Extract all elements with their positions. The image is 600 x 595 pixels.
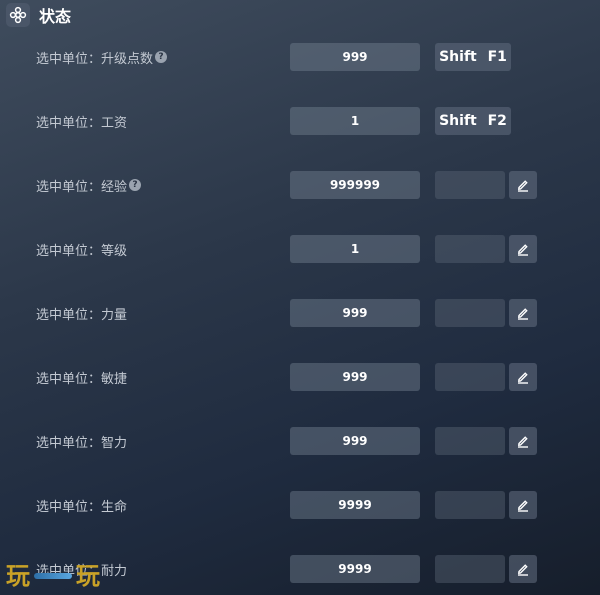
stat-value-field[interactable]: 999	[290, 363, 420, 391]
watermark-char-left: 玩	[6, 561, 30, 590]
hotkey-button[interactable]: Shift F1	[435, 43, 511, 71]
edit-button[interactable]	[509, 299, 537, 327]
edit-value-input[interactable]	[435, 363, 505, 391]
watermark-char-right: 玩	[76, 561, 100, 590]
edit-button[interactable]	[509, 555, 537, 583]
stat-label: 选中单位：敏捷	[36, 362, 127, 392]
stat-label: 选中单位：生命	[36, 490, 127, 520]
stat-label-text: 选中单位：生命	[36, 499, 128, 515]
edit-button[interactable]	[509, 363, 537, 391]
stat-row: 选中单位：力量 999	[0, 298, 600, 328]
stat-value-field[interactable]: 999999	[290, 171, 420, 199]
stat-label: 选中单位：经验?	[36, 170, 142, 200]
edit-button[interactable]	[509, 171, 537, 199]
stat-label: 选中单位：力量	[36, 298, 127, 328]
stat-label: 选中单位：智力	[36, 426, 127, 456]
edit-value-input[interactable]	[435, 171, 505, 199]
stat-row: 选中单位：智力 999	[0, 426, 600, 456]
edit-value-input[interactable]	[435, 299, 505, 327]
watermark-bar	[34, 573, 72, 579]
stat-value-field[interactable]: 1	[290, 107, 420, 135]
help-icon[interactable]: ?	[129, 179, 142, 191]
stat-label-text: 选中单位：力量	[36, 307, 128, 323]
stat-value-field[interactable]: 999	[290, 43, 420, 71]
stat-value-field[interactable]: 9999	[290, 555, 420, 583]
section-header: 状态	[6, 2, 71, 28]
pencil-icon	[518, 372, 528, 384]
plus-gear-icon	[6, 3, 30, 27]
stat-label: 选中单位：等级	[36, 234, 127, 264]
stat-label: 选中单位：升级点数?	[36, 42, 168, 72]
stat-label-text: 选中单位：工资	[36, 115, 128, 131]
stat-row: 选中单位：等级 1	[0, 234, 600, 264]
pencil-icon	[518, 308, 528, 320]
stat-value-field[interactable]: 999	[290, 299, 420, 327]
pencil-icon	[518, 180, 528, 192]
hotkey-button[interactable]: Shift F2	[435, 107, 511, 135]
stat-label-text: 选中单位：经验	[36, 179, 128, 195]
help-icon[interactable]: ?	[155, 51, 168, 63]
edit-value-input[interactable]	[435, 555, 505, 583]
pencil-icon	[518, 500, 528, 512]
stat-value-field[interactable]: 9999	[290, 491, 420, 519]
edit-button[interactable]	[509, 235, 537, 263]
pencil-icon	[518, 244, 528, 256]
edit-button[interactable]	[509, 491, 537, 519]
edit-value-input[interactable]	[435, 491, 505, 519]
stat-label-text: 选中单位：智力	[36, 435, 128, 451]
watermark-logo: 玩 玩	[6, 560, 100, 592]
section-title: 状态	[39, 7, 72, 26]
stat-row: 选中单位：经验? 999999	[0, 170, 600, 200]
edit-value-input[interactable]	[435, 235, 505, 263]
stat-row: 选中单位：工资 1 Shift F2	[0, 106, 600, 136]
stat-value-field[interactable]: 1	[290, 235, 420, 263]
edit-value-input[interactable]	[435, 427, 505, 455]
stat-row: 选中单位：升级点数? 999 Shift F1	[0, 42, 600, 72]
pencil-icon	[518, 436, 528, 448]
edit-button[interactable]	[509, 427, 537, 455]
stat-label-text: 选中单位：升级点数	[36, 51, 154, 67]
stat-label: 选中单位：工资	[36, 106, 127, 136]
stat-value-field[interactable]: 999	[290, 427, 420, 455]
stat-label-text: 选中单位：等级	[36, 243, 128, 259]
pencil-icon	[518, 564, 528, 576]
stat-label-text: 选中单位：敏捷	[36, 371, 128, 387]
stat-row: 选中单位：敏捷 999	[0, 362, 600, 392]
stat-row: 选中单位：生命 9999	[0, 490, 600, 520]
